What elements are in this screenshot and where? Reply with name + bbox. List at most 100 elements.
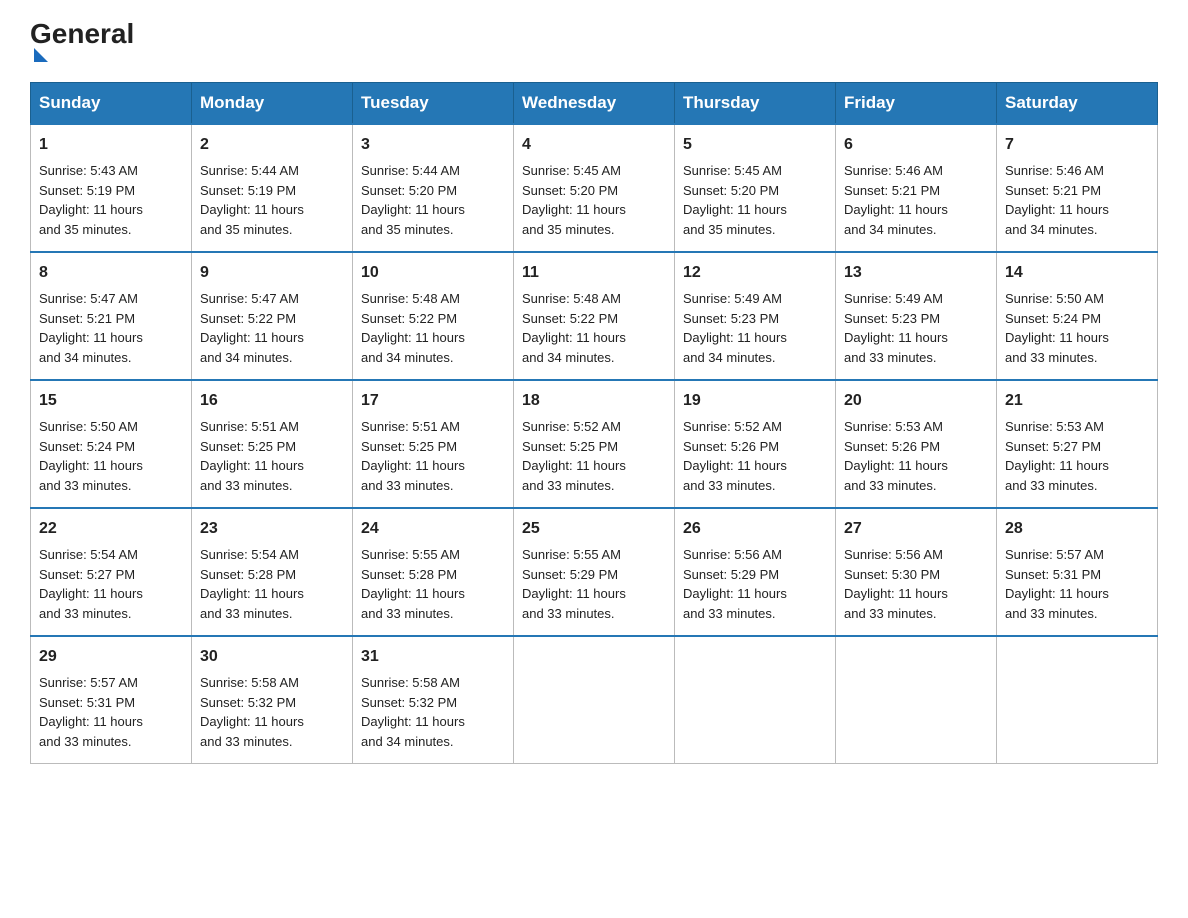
daylight-label: Daylight: 11 hours [361, 330, 465, 345]
day-number: 29 [39, 645, 183, 669]
day-number: 30 [200, 645, 344, 669]
sunrise-label: Sunrise: 5:54 AM [200, 547, 299, 562]
day-number: 24 [361, 517, 505, 541]
daylight-label: Daylight: 11 hours [361, 202, 465, 217]
daylight-label: Daylight: 11 hours [844, 202, 948, 217]
sunset-label: Sunset: 5:24 PM [39, 439, 135, 454]
sunrise-label: Sunrise: 5:49 AM [683, 291, 782, 306]
daylight-minutes: and 34 minutes. [522, 350, 615, 365]
daylight-minutes: and 35 minutes. [39, 222, 132, 237]
sunset-label: Sunset: 5:23 PM [683, 311, 779, 326]
logo-general-text: General [30, 20, 134, 48]
sunrise-label: Sunrise: 5:55 AM [522, 547, 621, 562]
sunrise-label: Sunrise: 5:51 AM [361, 419, 460, 434]
day-number: 13 [844, 261, 988, 285]
page-header: General [30, 20, 1158, 64]
daylight-minutes: and 34 minutes. [361, 734, 454, 749]
sunrise-label: Sunrise: 5:52 AM [683, 419, 782, 434]
calendar-cell [836, 636, 997, 764]
day-number: 7 [1005, 133, 1149, 157]
sunrise-label: Sunrise: 5:50 AM [1005, 291, 1104, 306]
day-number: 21 [1005, 389, 1149, 413]
sunrise-label: Sunrise: 5:45 AM [683, 163, 782, 178]
sunrise-label: Sunrise: 5:47 AM [200, 291, 299, 306]
day-number: 6 [844, 133, 988, 157]
daylight-minutes: and 34 minutes. [200, 350, 293, 365]
sunrise-label: Sunrise: 5:48 AM [522, 291, 621, 306]
daylight-minutes: and 33 minutes. [522, 606, 615, 621]
day-number: 16 [200, 389, 344, 413]
day-number: 10 [361, 261, 505, 285]
sunrise-label: Sunrise: 5:46 AM [1005, 163, 1104, 178]
calendar-cell: 1 Sunrise: 5:43 AM Sunset: 5:19 PM Dayli… [31, 124, 192, 252]
daylight-label: Daylight: 11 hours [844, 458, 948, 473]
calendar-cell: 10 Sunrise: 5:48 AM Sunset: 5:22 PM Dayl… [353, 252, 514, 380]
calendar-cell: 19 Sunrise: 5:52 AM Sunset: 5:26 PM Dayl… [675, 380, 836, 508]
sunrise-label: Sunrise: 5:46 AM [844, 163, 943, 178]
calendar-cell: 21 Sunrise: 5:53 AM Sunset: 5:27 PM Dayl… [997, 380, 1158, 508]
sunrise-label: Sunrise: 5:43 AM [39, 163, 138, 178]
day-number: 8 [39, 261, 183, 285]
calendar-cell: 2 Sunrise: 5:44 AM Sunset: 5:19 PM Dayli… [192, 124, 353, 252]
sunset-label: Sunset: 5:28 PM [361, 567, 457, 582]
sunset-label: Sunset: 5:28 PM [200, 567, 296, 582]
calendar-cell: 12 Sunrise: 5:49 AM Sunset: 5:23 PM Dayl… [675, 252, 836, 380]
sunset-label: Sunset: 5:22 PM [200, 311, 296, 326]
daylight-label: Daylight: 11 hours [39, 330, 143, 345]
sunrise-label: Sunrise: 5:56 AM [683, 547, 782, 562]
day-number: 25 [522, 517, 666, 541]
sunset-label: Sunset: 5:26 PM [844, 439, 940, 454]
sunrise-label: Sunrise: 5:58 AM [361, 675, 460, 690]
sunset-label: Sunset: 5:23 PM [844, 311, 940, 326]
daylight-minutes: and 33 minutes. [39, 606, 132, 621]
sunset-label: Sunset: 5:30 PM [844, 567, 940, 582]
sunset-label: Sunset: 5:25 PM [361, 439, 457, 454]
daylight-minutes: and 33 minutes. [1005, 350, 1098, 365]
day-number: 5 [683, 133, 827, 157]
sunset-label: Sunset: 5:24 PM [1005, 311, 1101, 326]
daylight-label: Daylight: 11 hours [361, 714, 465, 729]
daylight-label: Daylight: 11 hours [844, 330, 948, 345]
calendar-cell: 17 Sunrise: 5:51 AM Sunset: 5:25 PM Dayl… [353, 380, 514, 508]
sunset-label: Sunset: 5:31 PM [39, 695, 135, 710]
daylight-label: Daylight: 11 hours [844, 586, 948, 601]
daylight-label: Daylight: 11 hours [200, 202, 304, 217]
sunset-label: Sunset: 5:32 PM [361, 695, 457, 710]
logo: General [30, 20, 134, 64]
sunset-label: Sunset: 5:21 PM [844, 183, 940, 198]
sunset-label: Sunset: 5:29 PM [522, 567, 618, 582]
calendar-cell: 27 Sunrise: 5:56 AM Sunset: 5:30 PM Dayl… [836, 508, 997, 636]
day-number: 2 [200, 133, 344, 157]
sunrise-label: Sunrise: 5:45 AM [522, 163, 621, 178]
calendar-cell: 14 Sunrise: 5:50 AM Sunset: 5:24 PM Dayl… [997, 252, 1158, 380]
day-number: 9 [200, 261, 344, 285]
sunrise-label: Sunrise: 5:57 AM [39, 675, 138, 690]
daylight-minutes: and 33 minutes. [200, 478, 293, 493]
daylight-minutes: and 33 minutes. [683, 606, 776, 621]
week-row-2: 8 Sunrise: 5:47 AM Sunset: 5:21 PM Dayli… [31, 252, 1158, 380]
sunset-label: Sunset: 5:20 PM [683, 183, 779, 198]
calendar-cell: 11 Sunrise: 5:48 AM Sunset: 5:22 PM Dayl… [514, 252, 675, 380]
daylight-minutes: and 33 minutes. [1005, 478, 1098, 493]
calendar-cell [675, 636, 836, 764]
daylight-label: Daylight: 11 hours [522, 202, 626, 217]
sunset-label: Sunset: 5:21 PM [1005, 183, 1101, 198]
daylight-label: Daylight: 11 hours [361, 586, 465, 601]
daylight-label: Daylight: 11 hours [683, 330, 787, 345]
calendar-cell: 4 Sunrise: 5:45 AM Sunset: 5:20 PM Dayli… [514, 124, 675, 252]
day-header-saturday: Saturday [997, 83, 1158, 125]
sunset-label: Sunset: 5:19 PM [39, 183, 135, 198]
day-number: 11 [522, 261, 666, 285]
logo-triangle-icon [34, 48, 48, 62]
sunrise-label: Sunrise: 5:50 AM [39, 419, 138, 434]
sunrise-label: Sunrise: 5:51 AM [200, 419, 299, 434]
daylight-minutes: and 33 minutes. [39, 478, 132, 493]
calendar-cell: 31 Sunrise: 5:58 AM Sunset: 5:32 PM Dayl… [353, 636, 514, 764]
week-row-4: 22 Sunrise: 5:54 AM Sunset: 5:27 PM Dayl… [31, 508, 1158, 636]
day-number: 19 [683, 389, 827, 413]
sunrise-label: Sunrise: 5:53 AM [1005, 419, 1104, 434]
sunrise-label: Sunrise: 5:44 AM [200, 163, 299, 178]
daylight-minutes: and 34 minutes. [1005, 222, 1098, 237]
daylight-minutes: and 33 minutes. [200, 606, 293, 621]
daylight-minutes: and 33 minutes. [844, 350, 937, 365]
